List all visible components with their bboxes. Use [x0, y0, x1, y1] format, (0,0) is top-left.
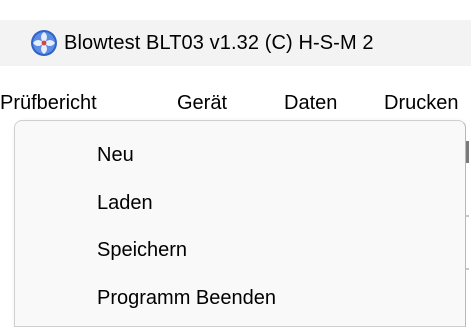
background-divider [466, 215, 469, 217]
menu-drucken[interactable]: Drucken [384, 86, 458, 120]
background-cursor-mark [466, 141, 469, 163]
menu-item-neu[interactable]: Neu [15, 133, 465, 177]
pruefbericht-dropdown: Neu Laden Speichern Programm Beenden [14, 120, 466, 327]
background-divider [466, 268, 469, 270]
menu-geraet[interactable]: Gerät [177, 86, 227, 120]
menu-item-speichern[interactable]: Speichern [15, 228, 465, 272]
window-title: Blowtest BLT03 v1.32 (C) H-S-M 2 [64, 31, 374, 54]
menu-daten[interactable]: Daten [284, 86, 337, 120]
menu-item-laden[interactable]: Laden [15, 181, 465, 225]
menu-pruefbericht[interactable]: Prüfbericht [0, 86, 97, 120]
title-bar: Blowtest BLT03 v1.32 (C) H-S-M 2 [0, 20, 471, 66]
menu-item-programm-beenden[interactable]: Programm Beenden [15, 276, 465, 320]
menu-bar: Prüfbericht Gerät Daten Drucken [0, 86, 471, 120]
app-icon [31, 30, 57, 56]
